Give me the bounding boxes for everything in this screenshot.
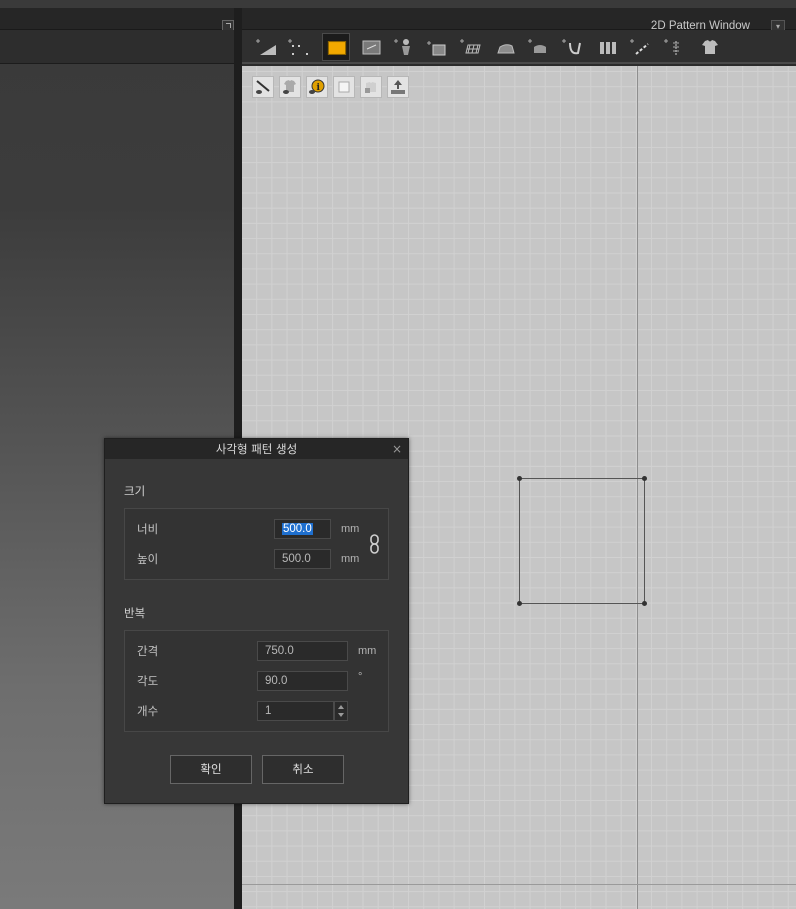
rectangle-pattern[interactable] [517, 476, 647, 606]
tape-tool-icon[interactable] [628, 33, 656, 61]
create-rectangle-dialog: 사각형 패턴 생성 × 크기 너비 500.0 mm 높이 500.0 mm 반… [104, 438, 409, 804]
pattern-point[interactable] [642, 601, 647, 606]
title-bar: 2D Pattern Window ▾ [0, 8, 796, 34]
angle-label: 각도 [137, 674, 159, 688]
close-icon[interactable]: × [392, 441, 402, 457]
angle-unit: ° [358, 671, 363, 683]
show-edit-icon[interactable] [252, 76, 274, 98]
iron-tool-icon[interactable] [492, 33, 520, 61]
cancel-button[interactable]: 취소 [262, 755, 344, 784]
angle-field[interactable]: 90.0 [257, 671, 348, 691]
left-panel-toolbar [0, 30, 234, 64]
app-root: 2D Pattern Window ▾ i 사각형 패턴 생성 × 크기 너비 … [0, 0, 796, 909]
pin-tool-icon[interactable] [392, 33, 420, 61]
horizontal-axis-line [242, 884, 796, 885]
pleats-tool-icon[interactable] [594, 33, 622, 61]
size-group: 너비 500.0 mm 높이 500.0 mm [124, 508, 389, 580]
upload-icon[interactable] [387, 76, 409, 98]
segment-sewing-icon[interactable] [560, 33, 588, 61]
trim-icon[interactable] [333, 76, 355, 98]
height-unit: mm [341, 553, 360, 565]
spacing-label: 간격 [137, 644, 159, 658]
top-strip [0, 0, 796, 8]
rectangle-tool-icon[interactable] [322, 33, 350, 61]
info-icon[interactable]: i [306, 76, 328, 98]
height-field[interactable]: 500.0 [274, 549, 331, 569]
internal-shape-tool-icon[interactable] [358, 33, 386, 61]
repeat-group: 간격 750.0 mm 각도 90.0 ° 개수 1 [124, 630, 389, 732]
count-field[interactable]: 1 [257, 701, 334, 721]
garment-tool-icon[interactable] [696, 33, 724, 61]
sewing-tool-icon[interactable] [526, 33, 554, 61]
zipper-tool-icon[interactable] [662, 33, 690, 61]
width-value: 500.0 [282, 523, 313, 535]
ok-button[interactable]: 확인 [170, 755, 252, 784]
width-field[interactable]: 500.0 [274, 519, 331, 539]
spacing-field[interactable]: 750.0 [257, 641, 348, 661]
show-garment-icon[interactable] [279, 76, 301, 98]
width-unit: mm [341, 523, 360, 535]
count-label: 개수 [137, 704, 159, 718]
transform-pattern-icon[interactable] [424, 33, 452, 61]
count-stepper-icon[interactable] [334, 701, 348, 721]
edit-pattern-tool-icon[interactable] [254, 33, 282, 61]
pattern-toolbar [242, 30, 796, 64]
pattern-point[interactable] [642, 476, 647, 481]
pattern-point[interactable] [517, 476, 522, 481]
spacing-unit: mm [358, 645, 377, 657]
repeat-section-label: 반복 [124, 606, 146, 620]
size-section-label: 크기 [124, 484, 146, 498]
texture-grid-icon[interactable] [458, 33, 486, 61]
link-ratio-icon[interactable] [369, 533, 381, 555]
pattern-point[interactable] [517, 601, 522, 606]
edit-point-tool-icon[interactable] [286, 33, 314, 61]
width-label: 너비 [137, 522, 159, 536]
height-label: 높이 [137, 552, 159, 566]
lock-icon[interactable] [360, 76, 382, 98]
dialog-title: 사각형 패턴 생성 [105, 439, 408, 459]
svg-text:i: i [317, 83, 321, 93]
